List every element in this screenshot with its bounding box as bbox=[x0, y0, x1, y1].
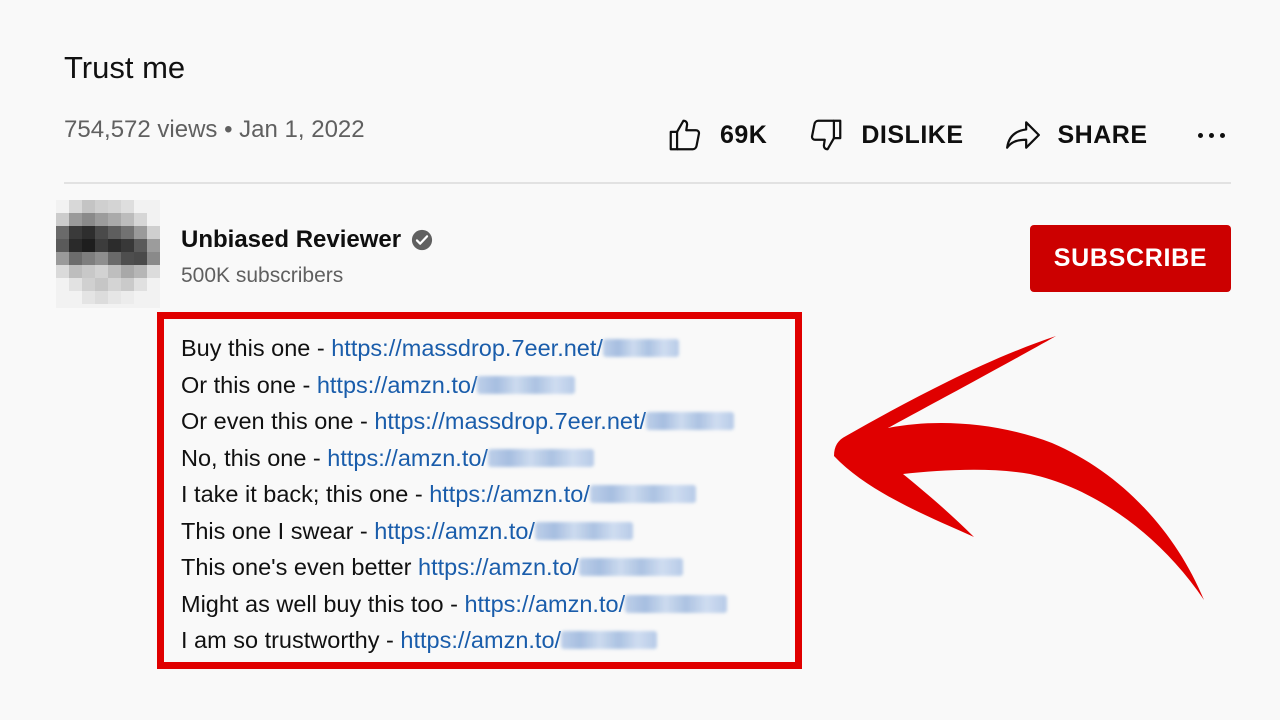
line-text: I am so trustworthy - bbox=[181, 627, 401, 653]
share-label: SHARE bbox=[1057, 120, 1148, 149]
dot-icon bbox=[1198, 132, 1204, 138]
description-line: Might as well buy this too - https://amz… bbox=[181, 586, 734, 623]
description-line: I am so trustworthy - https://amzn.to/ bbox=[181, 622, 734, 659]
affiliate-link[interactable]: https://amzn.to/ bbox=[429, 481, 696, 507]
channel-avatar[interactable] bbox=[56, 200, 160, 308]
affiliate-link[interactable]: https://amzn.to/ bbox=[418, 554, 683, 580]
link-text: https://amzn.to/ bbox=[429, 481, 590, 507]
verified-check-icon bbox=[412, 229, 433, 251]
affiliate-link[interactable]: https://amzn.to/ bbox=[317, 372, 576, 398]
link-text: https://massdrop.7eer.net/ bbox=[374, 408, 647, 434]
line-text: Buy this one - bbox=[181, 335, 332, 361]
subscribe-button[interactable]: SUBSCRIBE bbox=[1030, 225, 1231, 292]
description-line: Or this one - https://amzn.to/ bbox=[181, 367, 734, 404]
affiliate-link[interactable]: https://amzn.to/ bbox=[464, 590, 728, 617]
thumbs-up-icon bbox=[669, 119, 701, 151]
blurred-link-code bbox=[477, 375, 576, 394]
affiliate-link[interactable]: https://massdrop.7eer.net/ bbox=[331, 335, 679, 361]
dot-icon bbox=[1220, 132, 1226, 138]
divider bbox=[64, 182, 1231, 184]
video-views-date: 754,572 views • Jan 1, 2022 bbox=[64, 116, 365, 143]
blurred-link-code bbox=[561, 631, 658, 650]
video-actions: 69K DISLIKE SHARE bbox=[666, 114, 1230, 156]
blurred-link-code bbox=[487, 448, 594, 467]
line-text: This one I swear - bbox=[181, 517, 375, 544]
line-text: I take it back; this one - bbox=[181, 481, 430, 507]
description-line: Or even this one - https://massdrop.7eer… bbox=[181, 403, 735, 440]
blurred-link-code bbox=[534, 521, 633, 540]
video-title: Trust me bbox=[64, 50, 186, 85]
affiliate-link[interactable]: https://amzn.to/ bbox=[400, 627, 658, 653]
thumbs-down-icon bbox=[811, 119, 842, 151]
blurred-link-code bbox=[625, 594, 728, 613]
link-text: https://amzn.to/ bbox=[374, 517, 535, 544]
blurred-link-code bbox=[646, 412, 735, 431]
red-arrow-annotation bbox=[834, 336, 1204, 600]
line-text: Or even this one - bbox=[181, 408, 375, 434]
description: Buy this one - https://massdrop.7eer.net… bbox=[181, 330, 735, 659]
blurred-link-code bbox=[589, 485, 696, 504]
link-text: https://amzn.to/ bbox=[464, 590, 626, 617]
link-text: https://amzn.to/ bbox=[400, 627, 562, 653]
description-line: This one's even better https://amzn.to/ bbox=[181, 549, 734, 586]
link-text: https://amzn.to/ bbox=[316, 371, 478, 398]
dot-icon bbox=[1209, 132, 1215, 138]
line-text: Might as well buy this too - bbox=[181, 590, 465, 617]
link-text: https://amzn.to/ bbox=[327, 444, 488, 471]
description-line: This one I swear - https://amzn.to/ bbox=[181, 513, 734, 550]
affiliate-link[interactable]: https://amzn.to/ bbox=[374, 518, 633, 544]
description-line: No, this one - https://amzn.to/ bbox=[181, 440, 734, 477]
link-text: https://massdrop.7eer.net/ bbox=[331, 335, 603, 361]
line-text: Or this one - bbox=[181, 371, 317, 398]
description-line: Buy this one - https://massdrop.7eer.net… bbox=[181, 330, 734, 367]
description-line: I take it back; this one - https://amzn.… bbox=[181, 476, 734, 513]
share-button[interactable]: SHARE bbox=[1004, 116, 1148, 154]
share-icon bbox=[1005, 121, 1040, 149]
line-text: This one's even better bbox=[181, 554, 419, 580]
channel-name-row: Unbiased Reviewer bbox=[181, 226, 433, 254]
blurred-link-code bbox=[602, 339, 679, 358]
more-actions-button[interactable] bbox=[1194, 117, 1230, 153]
like-count: 69K bbox=[720, 120, 768, 149]
link-text: https://amzn.to/ bbox=[418, 554, 579, 580]
affiliate-link[interactable]: https://amzn.to/ bbox=[327, 445, 594, 471]
channel-name[interactable]: Unbiased Reviewer bbox=[181, 226, 401, 254]
subscriber-count: 500K subscribers bbox=[181, 264, 344, 287]
line-text: No, this one - bbox=[181, 444, 328, 471]
like-button[interactable]: 69K bbox=[666, 116, 767, 154]
affiliate-link[interactable]: https://massdrop.7eer.net/ bbox=[374, 408, 735, 434]
dislike-button[interactable]: DISLIKE bbox=[807, 116, 963, 154]
blurred-link-code bbox=[578, 558, 683, 577]
dislike-label: DISLIKE bbox=[861, 120, 964, 149]
pixelated-avatar-image bbox=[56, 200, 160, 308]
